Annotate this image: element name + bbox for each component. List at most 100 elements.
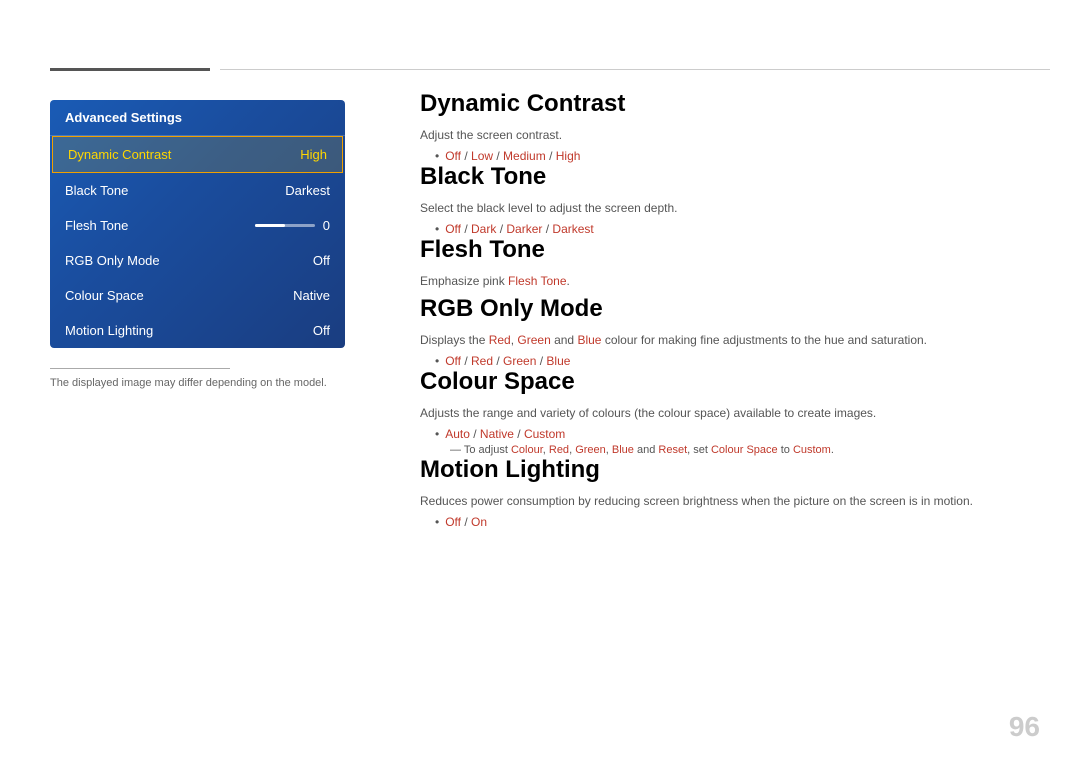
- menu-item-rgb-only-mode[interactable]: RGB Only Mode Off: [50, 243, 345, 278]
- section-options-dynamic-contrast: • Off / Low / Medium / High: [435, 149, 1040, 163]
- menu-item-value-black-tone: Darkest: [285, 183, 330, 198]
- colour-space-subnote-text: To adjust Colour, Red, Green, Blue and R…: [464, 444, 834, 456]
- rgb-blue: Blue: [577, 333, 601, 347]
- section-desc-colour-space: Adjusts the range and variety of colours…: [420, 404, 1040, 422]
- menu-item-dynamic-contrast[interactable]: Dynamic Contrast High: [52, 136, 343, 173]
- section-colour-space: Colour Space Adjusts the range and varie…: [420, 368, 1040, 456]
- menu-item-value-colour-space: Native: [293, 288, 330, 303]
- section-desc-dynamic-contrast: Adjust the screen contrast.: [420, 126, 1040, 144]
- section-options-rgb: • Off / Red / Green / Blue: [435, 354, 1040, 368]
- cs-blue: Blue: [612, 444, 634, 456]
- menu-item-label-flesh-tone: Flesh Tone: [65, 218, 128, 233]
- cs-green: Green: [575, 444, 606, 456]
- options-line-rgb: Off / Red / Green / Blue: [445, 354, 570, 368]
- options-line: Off / Low / Medium / High: [445, 149, 580, 163]
- section-flesh-tone: Flesh Tone Emphasize pink Flesh Tone.: [420, 236, 1040, 290]
- opt-red: Red: [471, 354, 493, 368]
- section-motion-lighting: Motion Lighting Reduces power consumptio…: [420, 456, 1040, 529]
- section-title-dynamic-contrast: Dynamic Contrast: [420, 90, 1040, 118]
- left-panel: Advanced Settings Dynamic Contrast High …: [50, 100, 345, 389]
- section-title-rgb: RGB Only Mode: [420, 295, 1040, 323]
- disclaimer-text: The displayed image may differ depending…: [50, 377, 345, 389]
- sep: /: [461, 354, 471, 368]
- opt-off-bt: Off: [445, 222, 461, 236]
- section-desc-rgb: Displays the Red, Green and Blue colour …: [420, 331, 1040, 349]
- opt-darker: Darker: [506, 222, 542, 236]
- options-line-ml: Off / On: [445, 515, 487, 529]
- flesh-tone-slider: 0: [255, 218, 330, 233]
- opt-custom: Custom: [524, 427, 565, 441]
- section-title-colour-space: Colour Space: [420, 368, 1040, 396]
- options-line-cs: Auto / Native / Custom: [445, 427, 565, 441]
- rgb-green: Green: [517, 333, 550, 347]
- disclaimer-section: The displayed image may differ depending…: [50, 368, 345, 389]
- bullet: •: [435, 354, 439, 368]
- sep1: /: [461, 149, 471, 163]
- top-decorative-lines: [50, 68, 1050, 71]
- section-dynamic-contrast: Dynamic Contrast Adjust the screen contr…: [420, 90, 1040, 163]
- line-short: [50, 68, 210, 71]
- section-title-motion-lighting: Motion Lighting: [420, 456, 1040, 484]
- opt-off-rgb: Off: [445, 354, 461, 368]
- bullet: •: [435, 222, 439, 236]
- section-title-black-tone: Black Tone: [420, 163, 1040, 191]
- section-options-black-tone: • Off / Dark / Darker / Darkest: [435, 222, 1040, 236]
- sep: /: [514, 427, 524, 441]
- bullet: •: [435, 427, 439, 441]
- menu-item-value-dynamic-contrast: High: [300, 147, 327, 162]
- section-rgb-only-mode: RGB Only Mode Displays the Red, Green an…: [420, 295, 1040, 368]
- menu-item-value-rgb: Off: [313, 253, 330, 268]
- opt-low: Low: [471, 149, 493, 163]
- menu-item-flesh-tone[interactable]: Flesh Tone 0: [50, 208, 345, 243]
- opt-off-ml: Off: [445, 515, 461, 529]
- cs-colour: Colour: [511, 444, 543, 456]
- cs-colour-space: Colour Space: [711, 444, 778, 456]
- menu-item-motion-lighting[interactable]: Motion Lighting Off: [50, 313, 345, 348]
- opt-green: Green: [503, 354, 536, 368]
- section-options-motion-lighting: • Off / On: [435, 515, 1040, 529]
- flesh-tone-value: 0: [323, 218, 330, 233]
- opt-off: Off: [445, 149, 461, 163]
- section-black-tone: Black Tone Select the black level to adj…: [420, 163, 1040, 236]
- sep: /: [496, 222, 506, 236]
- colour-space-subnote: ― To adjust Colour, Red, Green, Blue and…: [450, 444, 1040, 456]
- opt-auto: Auto: [445, 427, 470, 441]
- opt-native: Native: [480, 427, 514, 441]
- opt-on-ml: On: [471, 515, 487, 529]
- menu-item-colour-space[interactable]: Colour Space Native: [50, 278, 345, 313]
- menu-item-value-motion-lighting: Off: [313, 323, 330, 338]
- flesh-tone-highlight: Flesh Tone: [508, 274, 566, 288]
- opt-medium: Medium: [503, 149, 546, 163]
- page-number: 96: [1009, 711, 1040, 743]
- bullet: •: [435, 515, 439, 529]
- menu-item-label-dynamic-contrast: Dynamic Contrast: [68, 147, 171, 162]
- section-options-colour-space: • Auto / Native / Custom: [435, 427, 1040, 441]
- slider-track: [255, 224, 315, 227]
- sep: /: [470, 427, 480, 441]
- cs-custom: Custom: [793, 444, 831, 456]
- section-desc-flesh-tone: Emphasize pink Flesh Tone.: [420, 272, 1040, 290]
- slider-fill: [255, 224, 285, 227]
- sep: /: [536, 354, 546, 368]
- opt-high: High: [556, 149, 581, 163]
- menu-item-label-black-tone: Black Tone: [65, 183, 128, 198]
- section-title-flesh-tone: Flesh Tone: [420, 236, 1040, 264]
- section-desc-black-tone: Select the black level to adjust the scr…: [420, 199, 1040, 217]
- menu-item-black-tone[interactable]: Black Tone Darkest: [50, 173, 345, 208]
- opt-blue: Blue: [546, 354, 570, 368]
- section-desc-motion-lighting: Reduces power consumption by reducing sc…: [420, 492, 1040, 510]
- right-content: Dynamic Contrast Adjust the screen contr…: [420, 90, 1040, 529]
- menu-box: Advanced Settings Dynamic Contrast High …: [50, 100, 345, 348]
- sep: /: [542, 222, 552, 236]
- sep: /: [493, 354, 503, 368]
- rgb-red: Red: [489, 333, 511, 347]
- bullet: •: [435, 149, 439, 163]
- opt-darkest: Darkest: [552, 222, 593, 236]
- sep: /: [461, 515, 471, 529]
- cs-red: Red: [549, 444, 569, 456]
- sep2: /: [493, 149, 503, 163]
- sep3: /: [546, 149, 556, 163]
- menu-item-label-colour-space: Colour Space: [65, 288, 144, 303]
- menu-item-label-motion-lighting: Motion Lighting: [65, 323, 153, 338]
- opt-dark: Dark: [471, 222, 496, 236]
